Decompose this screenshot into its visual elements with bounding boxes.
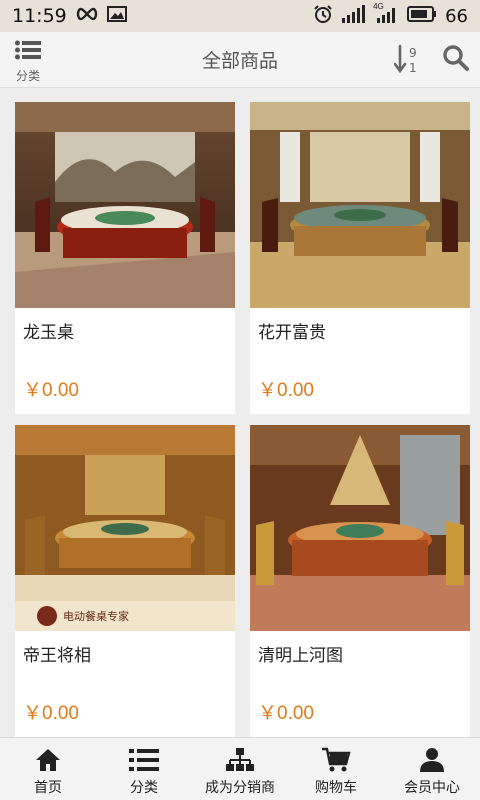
product-image[interactable]	[15, 102, 235, 308]
home-icon	[34, 747, 62, 773]
battery-level: 66	[445, 5, 468, 27]
sort-digit-bottom: 1	[409, 61, 417, 74]
status-bar: 11:59 4G 66	[0, 0, 480, 32]
product-card[interactable]: 清明上河图 ￥0.00	[250, 425, 470, 737]
nav-item-category[interactable]: 分类	[96, 738, 192, 800]
nav-label: 成为分销商	[205, 779, 275, 795]
4g-signal-icon: 4G	[373, 1, 399, 28]
status-time: 11:59	[12, 5, 67, 27]
alarm-icon	[313, 4, 333, 29]
product-name[interactable]: 花开富贵	[258, 318, 326, 343]
bottom-nav: 首页 分类 成为分销商 购物车 会员中心	[0, 737, 480, 800]
sort-button[interactable]: 9 1	[393, 44, 422, 75]
product-name[interactable]: 帝王将相	[23, 641, 91, 666]
product-card[interactable]: 电动餐桌专家 帝王将相 ￥0.00	[15, 425, 235, 737]
product-image[interactable]	[250, 425, 470, 631]
product-image[interactable]	[250, 102, 470, 308]
sort-digit-top: 9	[409, 46, 417, 60]
battery-icon	[407, 5, 437, 27]
product-image[interactable]: 电动餐桌专家	[15, 425, 235, 631]
org-chart-icon	[225, 747, 255, 773]
product-price: ￥0.00	[23, 380, 79, 401]
nav-label: 会员中心	[404, 779, 460, 795]
product-price: ￥0.00	[258, 703, 314, 724]
product-card[interactable]: 龙玉桌 ￥0.00	[15, 102, 235, 414]
network-type-label: 4G	[373, 1, 384, 11]
nav-label: 首页	[34, 779, 62, 795]
product-name[interactable]: 龙玉桌	[23, 318, 74, 343]
image-icon	[106, 5, 127, 27]
search-button[interactable]	[442, 44, 470, 74]
signal-icon	[341, 4, 366, 28]
cart-icon	[321, 747, 351, 773]
product-card[interactable]: 花开富贵 ￥0.00	[250, 102, 470, 414]
product-price: ￥0.00	[23, 703, 79, 724]
nav-item-distributor[interactable]: 成为分销商	[192, 738, 288, 800]
nav-item-cart[interactable]: 购物车	[288, 738, 384, 800]
product-price: ￥0.00	[258, 380, 314, 401]
brand-text: 电动餐桌专家	[63, 609, 129, 623]
product-name[interactable]: 清明上河图	[258, 641, 343, 666]
infinity-icon	[75, 7, 99, 26]
search-icon	[443, 45, 469, 71]
user-icon	[419, 747, 445, 773]
nav-item-home[interactable]: 首页	[0, 738, 96, 800]
nav-label: 分类	[130, 779, 158, 795]
app-header: 分类 全部商品 9 1	[0, 32, 480, 88]
sort-icon: 9 1	[393, 44, 417, 75]
nav-label: 购物车	[315, 779, 357, 795]
list-icon	[129, 747, 159, 773]
nav-item-member[interactable]: 会员中心	[384, 738, 480, 800]
